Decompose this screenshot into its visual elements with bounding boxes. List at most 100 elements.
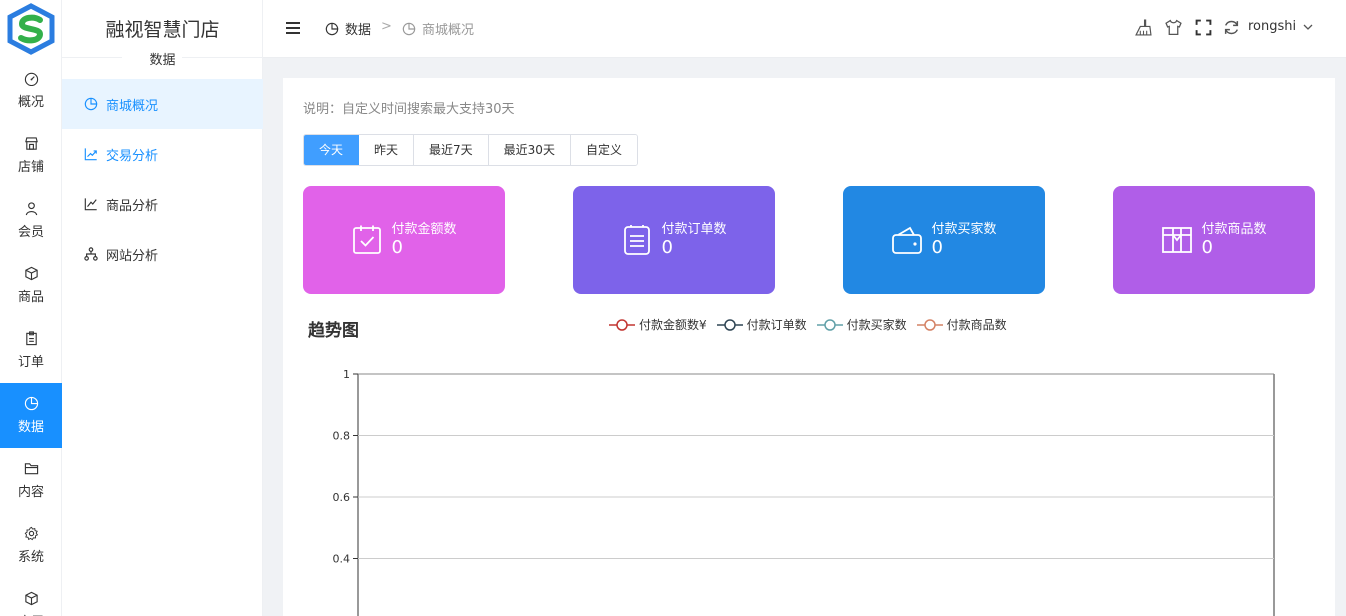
package-icon [1162,227,1193,253]
line-chart-icon [84,198,97,211]
sitemap-icon [84,247,98,261]
rail-item-label: 数据 [17,420,44,435]
pie-chart-icon [24,396,38,411]
wallet-icon [892,226,923,254]
pie-chart-icon [402,22,416,35]
folder-icon [24,463,38,475]
date-range-tabs: 今天 昨天 最近7天 最近30天 自定义 [303,134,638,166]
breadcrumb-label: 数据 [345,23,372,38]
legend-marker [716,318,743,331]
rail-item-label: 概况 [17,95,44,110]
rail-item-goods[interactable]: 商品 [0,253,62,318]
stat-card-payment-amount: 付款金额数 0 [303,186,505,294]
stat-card-paid-goods: 付款商品数 0 [1113,186,1315,294]
main-panel: 说明：自定义时间搜索最大支持30天 今天 昨天 最近7天 最近30天 自定义 付… [283,78,1335,616]
tab-today[interactable]: 今天 [304,135,360,165]
tab-yesterday[interactable]: 昨天 [359,135,415,165]
rail-item-data[interactable]: 数据 [0,383,62,448]
subnav-item-label: 商城概况 [106,98,159,114]
legend-label: 付款买家数 [846,318,907,332]
rail-item-label: 商品 [17,290,44,305]
y-tick-label: 0.8 [333,430,351,443]
broom-icon[interactable] [1135,19,1152,36]
cube-icon [24,591,38,606]
top-header: 数据 > 商城概况 rongshi [263,0,1346,58]
dashboard-icon [24,72,38,86]
stat-card-paying-buyers: 付款买家数 0 [843,186,1045,294]
legend-label: 付款金额数¥ [639,318,707,332]
breadcrumb-label: 商城概况 [422,23,475,38]
rail-item-overview[interactable]: 概况 [0,58,62,123]
user-menu[interactable]: rongshi [1248,19,1314,34]
legend-marker [816,318,843,331]
subnav-item-label: 商品分析 [106,198,159,214]
gear-icon [24,526,38,541]
clipboard-icon [25,331,37,346]
stat-value: 0 [391,237,403,258]
app-logo [7,3,55,55]
pie-chart-icon [84,97,98,111]
subnav-item-label: 交易分析 [106,148,159,164]
legend-label: 付款订单数 [746,318,807,332]
legend-marker [609,318,635,331]
breadcrumb-data[interactable]: 数据 [325,19,371,38]
pie-chart-icon [325,22,339,35]
subnav-title: 数据 [149,53,176,68]
stat-value: 0 [661,237,673,258]
legend-marker [916,318,943,331]
tab-custom[interactable]: 自定义 [570,135,637,165]
legend-item-paid-goods[interactable]: 付款商品数 [916,316,1007,333]
primary-sidebar: 概况 店铺 会员 商品 订单 数据 内容 系统 应用 [0,0,62,616]
fullscreen-icon[interactable] [1195,19,1212,36]
trend-chart-title: 趋势图 [308,321,359,341]
rail-item-apps[interactable]: 应用 [0,578,62,616]
legend-item-payment-amount[interactable]: 付款金额数¥ [609,316,707,333]
trend-chart: 1 0.8 0.6 0.4 [333,368,1275,616]
rail-item-label: 订单 [17,355,44,370]
y-tick-label: 0.6 [333,491,351,504]
legend-item-paying-buyers[interactable]: 付款买家数 [816,316,907,333]
rail-item-shop[interactable]: 店铺 [0,123,62,188]
calendar-check-icon [353,225,382,254]
rail-item-label: 会员 [17,225,44,240]
stat-label: 付款商品数 [1201,222,1267,237]
y-tick-label: 0.4 [333,553,351,566]
search-note: 说明：自定义时间搜索最大支持30天 [303,102,515,117]
trend-up-icon [84,148,97,161]
shop-icon [24,137,38,150]
app-brand: 融视智慧门店 [105,19,220,41]
shirt-icon[interactable] [1165,19,1182,36]
username: rongshi [1248,19,1297,34]
chevron-down-icon [1303,24,1313,30]
rail-item-orders[interactable]: 订单 [0,318,62,383]
list-icon [624,225,651,255]
rail-item-system[interactable]: 系统 [0,513,62,578]
stat-label: 付款订单数 [661,222,727,237]
stat-value: 0 [931,237,943,258]
stat-card-paid-orders: 付款订单数 0 [573,186,775,294]
menu-toggle-icon[interactable] [285,20,301,36]
rail-item-label: 应用 [18,611,44,616]
rail-item-members[interactable]: 会员 [0,188,62,253]
refresh-icon[interactable] [1223,19,1240,36]
stat-label: 付款买家数 [931,222,997,237]
rail-item-label: 店铺 [17,160,44,175]
breadcrumb-separator: > [381,19,392,34]
tab-last-7-days[interactable]: 最近7天 [414,135,489,165]
rail-item-content[interactable]: 内容 [0,448,62,513]
subnav-item-goods-analysis[interactable]: 商品分析 [62,179,263,229]
stat-value: 0 [1201,237,1213,258]
y-tick-label: 1 [343,368,350,381]
breadcrumb-current: 商城概况 [402,19,474,38]
user-icon [25,202,37,216]
box-icon [24,266,38,281]
subnav-item-site-analysis[interactable]: 网站分析 [62,229,263,279]
subnav-item-trade-analysis[interactable]: 交易分析 [62,129,263,179]
tab-last-30-days[interactable]: 最近30天 [488,135,571,165]
stat-label: 付款金额数 [391,222,457,237]
subnav-item-mall-overview[interactable]: 商城概况 [62,79,263,129]
legend-item-paid-orders[interactable]: 付款订单数 [716,316,807,333]
rail-item-label: 系统 [17,550,44,565]
rail-item-label: 内容 [17,485,44,500]
secondary-sidebar: 融视智慧门店 数据 商城概况 交易分析 商品分析 网站分析 [62,0,263,616]
